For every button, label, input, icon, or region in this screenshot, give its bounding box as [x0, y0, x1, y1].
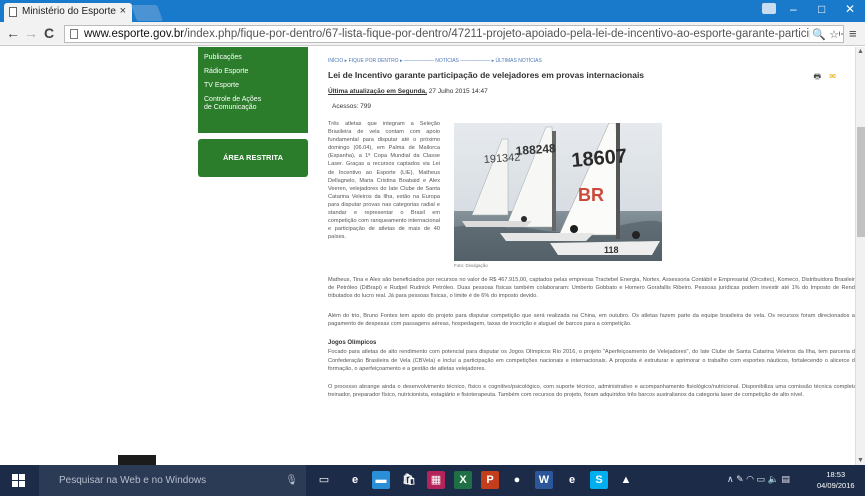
url-path: /index.php/fique-por-dentro/67-lista-fiq… — [184, 28, 844, 40]
photos-icon[interactable]: ▲ — [617, 471, 635, 489]
article-paragraph-1: Matheus, Tina e Alex são beneficiados po… — [328, 277, 855, 300]
updated-label: Última atualização em Segunda, — [328, 88, 427, 95]
store-icon[interactable]: 🛍 — [400, 471, 418, 489]
address-bar-row: ← → C www.esporte.gov.br/index.php/fique… — [0, 22, 865, 46]
task-view-icon[interactable]: ▭ — [315, 471, 333, 489]
section-heading: Jogos Olímpicos — [328, 340, 377, 347]
article-paragraph-3: Focado para atletas de alto rendimento c… — [328, 349, 855, 372]
sidebar-item-radio-esporte[interactable]: Rádio Esporte — [198, 68, 308, 76]
notifications-icon[interactable]: ▤ — [781, 474, 790, 484]
chevron-up-icon[interactable]: ∧ — [727, 474, 734, 484]
tab-title: Ministério do Esporte — [22, 6, 116, 17]
last-updated: Última atualização em Segunda, 27 Julho … — [328, 88, 848, 95]
taskbar-clock[interactable]: 18:53 04/09/2016 — [817, 469, 855, 491]
video-preview-thumbnail — [118, 455, 156, 465]
article-intro: Três atletas que integram a Seleção Bras… — [328, 121, 440, 241]
volume-icon[interactable]: 🔈 — [768, 474, 779, 484]
article: INÍCIO ▸ FIQUE POR DENTRO ▸ —————— NOTÍC… — [328, 47, 855, 399]
calendar-icon[interactable]: ▦ — [427, 471, 445, 489]
file-explorer-icon[interactable]: ▬ — [372, 471, 390, 489]
svg-text:BR: BR — [578, 185, 604, 205]
page-viewport: Publicações Rádio Esporte TV Esporte Con… — [0, 47, 855, 465]
chrome-icon[interactable]: ● — [508, 471, 526, 489]
hits-count: Acessos: 799 — [332, 103, 372, 110]
updated-date: 27 Julho 2015 14:47 — [428, 88, 488, 95]
forward-arrow-icon[interactable]: → — [24, 25, 38, 41]
system-tray[interactable]: ∧ ✎ ◠ ▭ 🔈 ▤ — [727, 474, 790, 485]
back-arrow-icon[interactable]: ← — [6, 25, 20, 41]
sidebar-item-tv-esporte[interactable]: TV Esporte — [198, 82, 308, 90]
browser-tab[interactable]: Ministério do Esporte × — [4, 3, 132, 22]
tab-close-button[interactable]: × — [120, 5, 126, 17]
restricted-area-button[interactable]: ÁREA RESTRITA — [198, 139, 308, 177]
scroll-thumb[interactable] — [857, 127, 865, 237]
internet-explorer-icon[interactable]: e — [563, 471, 581, 489]
edge-icon[interactable]: e — [346, 471, 364, 489]
minimize-button[interactable]: – — [790, 2, 797, 16]
maximize-button[interactable]: □ — [818, 2, 825, 16]
clock-date: 04/09/2016 — [817, 481, 855, 490]
microphone-icon[interactable]: 🎙 — [285, 465, 298, 496]
taskbar: Pesquisar na Web e no Windows 🎙 ▭ e ▬ 🛍 ▦ X P ●… — [0, 465, 865, 496]
scroll-up-arrow-icon[interactable]: ▲ — [857, 48, 864, 55]
user-icon[interactable] — [762, 3, 776, 14]
print-icon[interactable]: 🖶 — [814, 72, 822, 81]
zoom-icon[interactable]: 🔍 — [812, 29, 826, 41]
sidebar-item-controle-acoes[interactable]: Controle de Ações de Comunicação — [198, 96, 276, 112]
powerpoint-icon[interactable]: P — [481, 471, 499, 489]
sail-number-2: 188248 — [515, 141, 556, 158]
article-title: Lei de Incentivo garante participação de… — [328, 70, 645, 80]
pen-icon[interactable]: ✎ — [736, 474, 744, 484]
skype-icon[interactable]: S — [590, 471, 608, 489]
windows-start-icon[interactable] — [12, 474, 25, 487]
star-icon[interactable]: ☆ — [829, 29, 839, 41]
browser-tab-bar: Ministério do Esporte × – □ ✕ — [0, 0, 865, 22]
scroll-down-arrow-icon[interactable]: ▼ — [857, 457, 864, 464]
breadcrumb[interactable]: INÍCIO ▸ FIQUE POR DENTRO ▸ —————— NOTÍC… — [328, 58, 848, 64]
page-icon — [70, 29, 78, 39]
reload-icon[interactable]: C — [44, 25, 54, 41]
article-paragraph-4: O processo abrange ainda o desenvolvimen… — [328, 383, 855, 398]
sidebar-menu: Publicações Rádio Esporte TV Esporte Con… — [198, 47, 308, 133]
close-window-button[interactable]: ✕ — [845, 2, 855, 16]
search-placeholder: Pesquisar na Web e no Windows — [59, 475, 207, 486]
email-icon[interactable]: ✉ — [829, 72, 836, 81]
vertical-scrollbar[interactable]: ▲ ▼ — [855, 47, 865, 465]
page-icon — [9, 7, 17, 17]
sailing-photo: 191342 188248 18607 BR 118 — [454, 123, 662, 261]
excel-icon[interactable]: X — [454, 471, 472, 489]
sidebar-item-publicacoes[interactable]: Publicações — [198, 54, 308, 62]
taskbar-search-box[interactable]: Pesquisar na Web e no Windows 🎙 — [39, 465, 306, 496]
url-host: www.esporte.gov.br — [84, 28, 185, 40]
new-tab-button[interactable] — [131, 5, 163, 21]
menu-icon[interactable]: ≡ — [849, 26, 857, 41]
battery-icon[interactable]: ▭ — [757, 474, 766, 484]
word-icon[interactable]: W — [535, 471, 553, 489]
sail-number-4: 118 — [604, 245, 619, 255]
wifi-icon[interactable]: ◠ — [746, 474, 754, 484]
photo-credit: Foto: Divulgação — [454, 263, 488, 268]
url-input[interactable]: www.esporte.gov.br/index.php/fique-por-d… — [64, 25, 844, 43]
clock-time: 18:53 — [826, 470, 846, 479]
article-paragraph-2: Além do trio, Bruno Fontes tem apoio do … — [328, 313, 855, 328]
